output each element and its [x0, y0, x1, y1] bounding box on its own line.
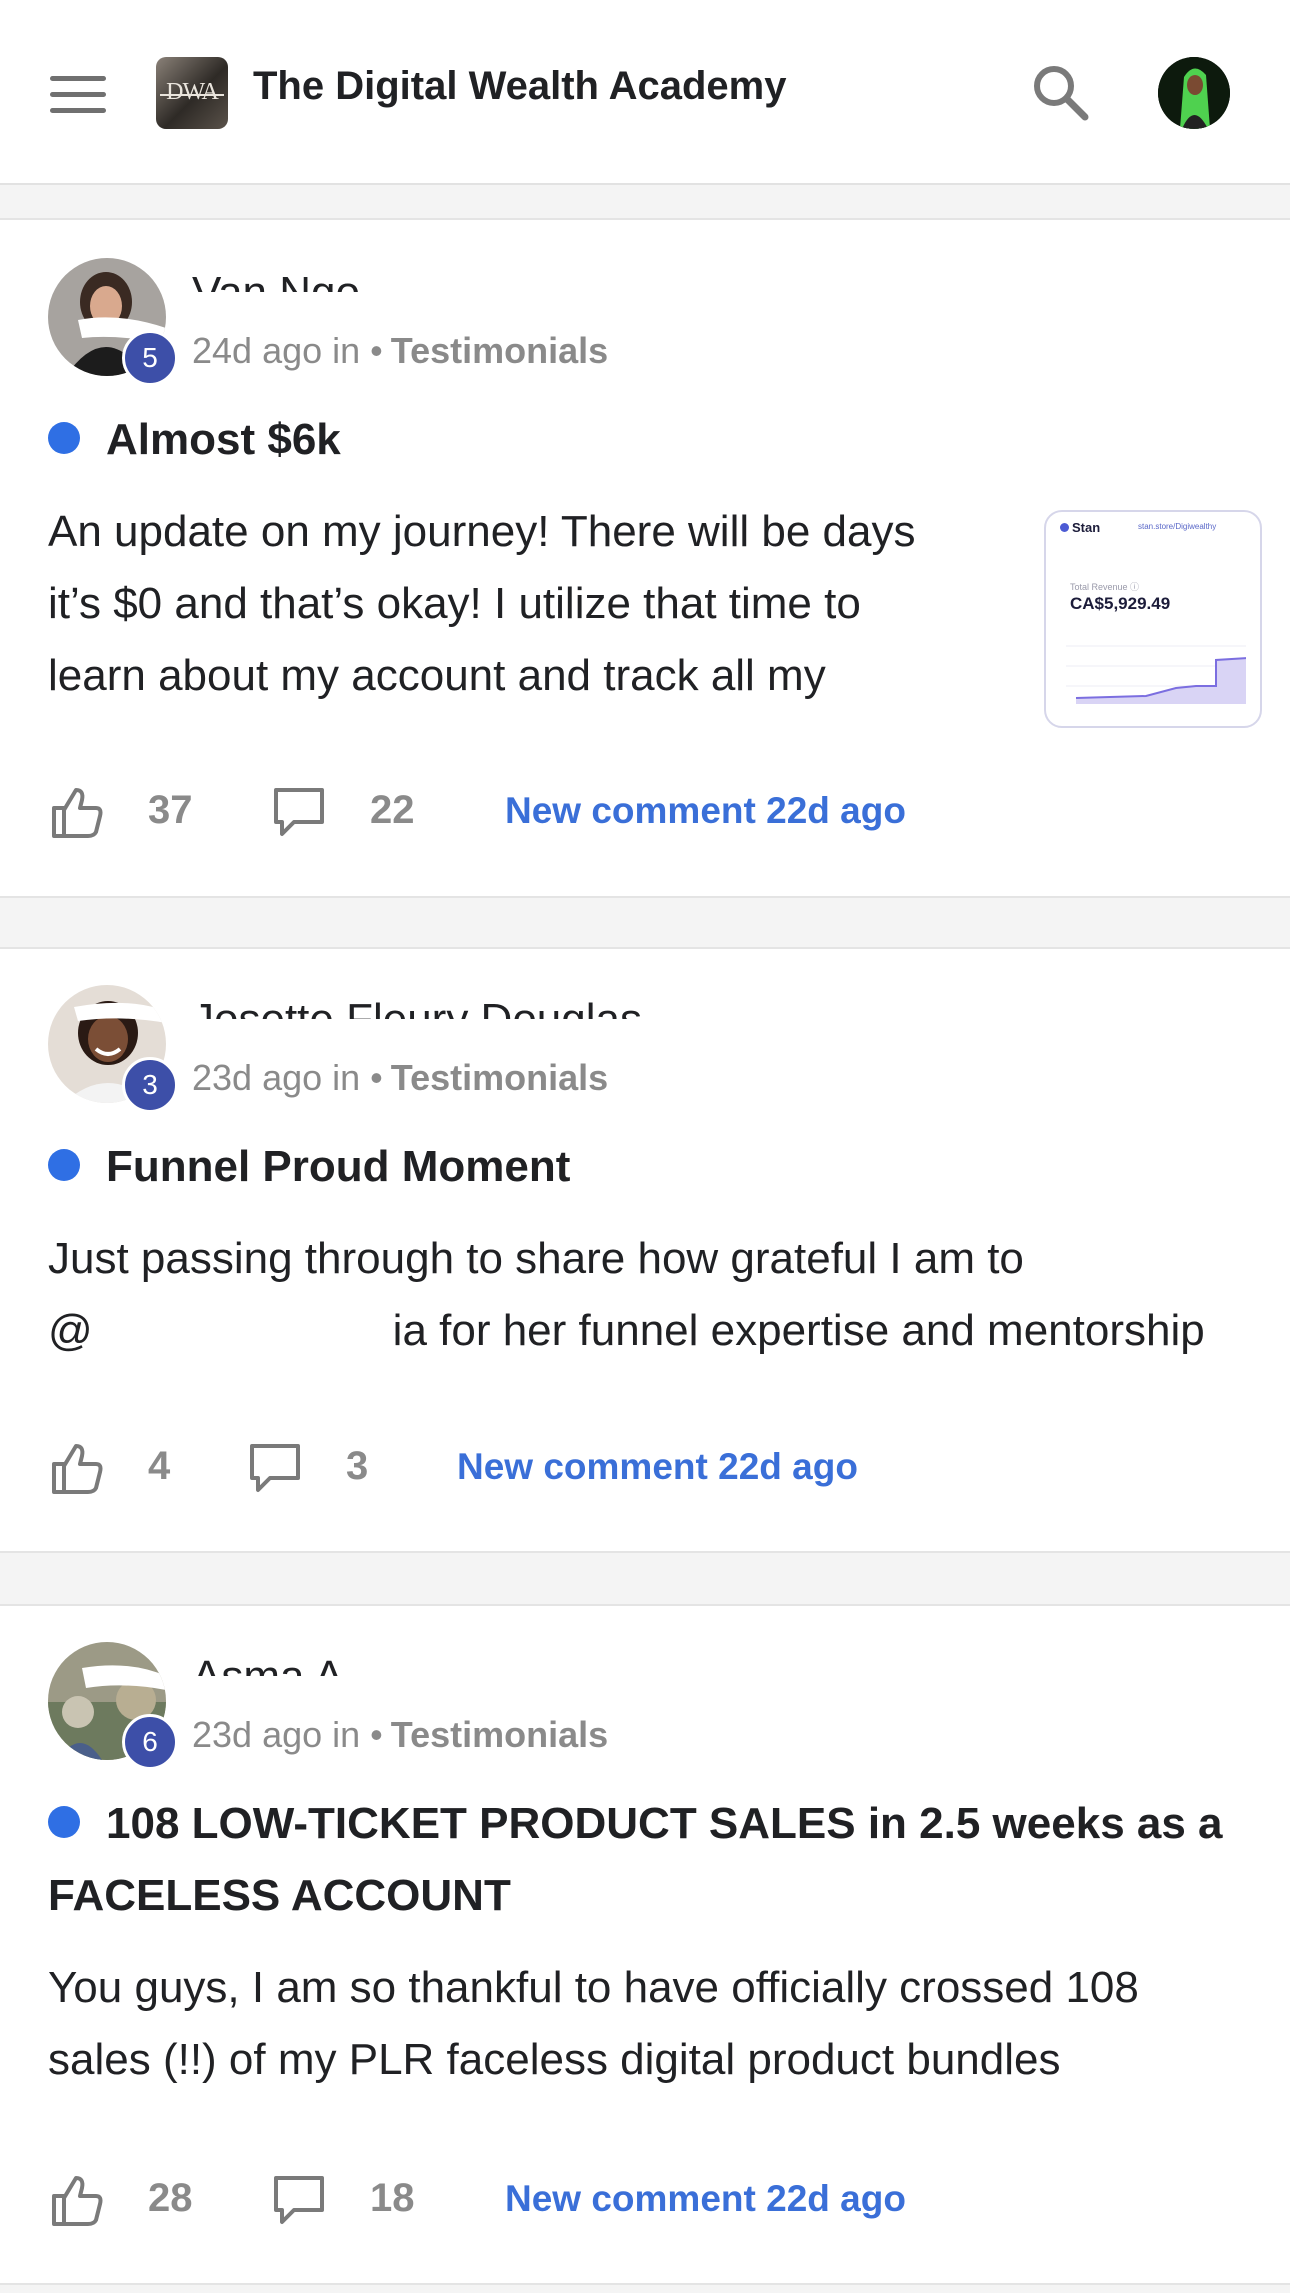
post-body[interactable]: An update on my journey! There will be d…	[48, 496, 1008, 712]
level-badge: 6	[122, 1714, 178, 1770]
like-count: 37	[148, 788, 193, 832]
post-card[interactable]: 5 Van Ngo 24d ago in•Testimonials Almost…	[0, 218, 1290, 898]
post-body-line: it’s $0 and that’s okay! I utilize that …	[48, 579, 861, 628]
menu-icon[interactable]	[50, 72, 106, 116]
post-actions: 28 18 New comment 22d ago	[48, 2168, 1248, 2228]
post-actions: 4 3 New comment 22d ago	[48, 1436, 1248, 1496]
thumbnail-value: CA$5,929.49	[1070, 594, 1171, 613]
thumbnail-url: stan.store/Digiwealthy	[1138, 522, 1217, 531]
like-count: 4	[148, 1444, 171, 1488]
post-card[interactable]: 6 Asma A 23d ago in•Testimonials 108 LOW…	[0, 1604, 1290, 2285]
post-body-line: sales (!!) of my PLR faceless digital pr…	[48, 2035, 1061, 2084]
comment-button[interactable]: 18	[270, 2168, 420, 2228]
comment-count: 3	[346, 1444, 369, 1488]
group-title[interactable]: The Digital Wealth Academy	[253, 64, 786, 109]
thumbnail-label: Total Revenue ⓘ	[1070, 582, 1140, 592]
meta-separator: •	[370, 1714, 383, 1755]
unread-dot	[48, 1149, 80, 1182]
user-avatar[interactable]	[1158, 57, 1230, 129]
post-body-line: learn about my account and track all my	[48, 651, 826, 700]
like-count: 28	[148, 2176, 193, 2220]
post-body-line: An update on my journey! There will be d…	[48, 507, 916, 556]
meta-separator: •	[370, 330, 383, 371]
meta-separator: •	[370, 1057, 383, 1098]
post-meta: 23d ago in • Testimonials	[192, 1714, 608, 1756]
comment-count: 22	[370, 788, 415, 832]
post-body[interactable]: Just passing through to share how gratef…	[48, 1223, 1268, 1367]
post-title-text: Almost $6k	[106, 415, 341, 464]
unread-dot	[48, 422, 80, 455]
like-button[interactable]: 37	[48, 780, 198, 840]
level-badge: 5	[122, 330, 178, 386]
author-name[interactable]: Van Ngo	[192, 262, 360, 292]
mention-suffix: ia for her funnel expertise and mentorsh…	[392, 1306, 1205, 1355]
new-comment-link[interactable]: New comment 22d ago	[505, 790, 906, 832]
logo-text: DWA	[166, 79, 219, 105]
post-title-text: 108 LOW-TICKET PRODUCT SALES in 2.5 week…	[48, 1799, 1223, 1920]
post-time: 23d ago in	[192, 1714, 361, 1755]
post-title[interactable]: Almost $6k	[48, 404, 341, 476]
post-body-line: You guys, I am so thankful to have offic…	[48, 1963, 1139, 2012]
post-time: 23d ago in	[192, 1057, 361, 1098]
new-comment-link[interactable]: New comment 22d ago	[457, 1446, 858, 1488]
like-icon	[52, 1444, 103, 1494]
search-icon[interactable]	[1030, 62, 1090, 122]
comment-icon	[250, 1444, 300, 1492]
author-name[interactable]: Josette Fleury Douglas	[192, 989, 712, 1019]
comment-icon	[274, 2176, 324, 2224]
level-badge: 3	[122, 1057, 178, 1113]
post-body-line: Just passing through to share how gratef…	[48, 1234, 1024, 1283]
comment-button[interactable]: 22	[270, 780, 420, 840]
comment-icon	[274, 788, 324, 836]
post-title[interactable]: Funnel Proud Moment	[48, 1131, 570, 1203]
post-category[interactable]: Testimonials	[391, 1057, 608, 1098]
group-logo[interactable]: DWA	[156, 57, 228, 129]
post-title[interactable]: 108 LOW-TICKET PRODUCT SALES in 2.5 week…	[48, 1788, 1258, 1932]
post-time: 24d ago in	[192, 330, 361, 371]
post-meta: 23d ago in • Testimonials	[192, 1057, 608, 1099]
logo-strike-line	[160, 94, 224, 96]
revenue-sparkline	[1066, 645, 1246, 704]
thumbnail-brand: Stan	[1060, 520, 1100, 535]
post-body[interactable]: You guys, I am so thankful to have offic…	[48, 1952, 1268, 2096]
post-card[interactable]: 3 Josette Fleury Douglas 23d ago in•Test…	[0, 947, 1290, 1553]
like-button[interactable]: 4	[48, 1436, 178, 1496]
unread-dot	[48, 1806, 80, 1839]
new-comment-link[interactable]: New comment 22d ago	[505, 2178, 906, 2220]
like-button[interactable]: 28	[48, 2168, 198, 2228]
top-app-bar: DWA The Digital Wealth Academy	[0, 0, 1290, 185]
like-icon	[52, 2176, 103, 2226]
post-actions: 37 22 New comment 22d ago	[48, 780, 1248, 840]
redacted-mention	[92, 1313, 393, 1354]
post-meta: 24d ago in • Testimonials	[192, 330, 608, 372]
post-title-text: Funnel Proud Moment	[106, 1142, 571, 1191]
comment-button[interactable]: 3	[246, 1436, 376, 1496]
post-body-line-mention: @ ia for her funnel expertise and mentors…	[48, 1295, 1268, 1367]
post-category[interactable]: Testimonials	[391, 1714, 608, 1755]
like-icon	[52, 788, 103, 838]
comment-count: 18	[370, 2176, 415, 2220]
author-name[interactable]: Asma A	[192, 1646, 344, 1676]
mention-prefix: @	[48, 1306, 93, 1355]
post-category[interactable]: Testimonials	[391, 330, 608, 371]
post-image-thumbnail[interactable]: Stan stan.store/Digiwealthy Total Revenu…	[1044, 510, 1262, 728]
